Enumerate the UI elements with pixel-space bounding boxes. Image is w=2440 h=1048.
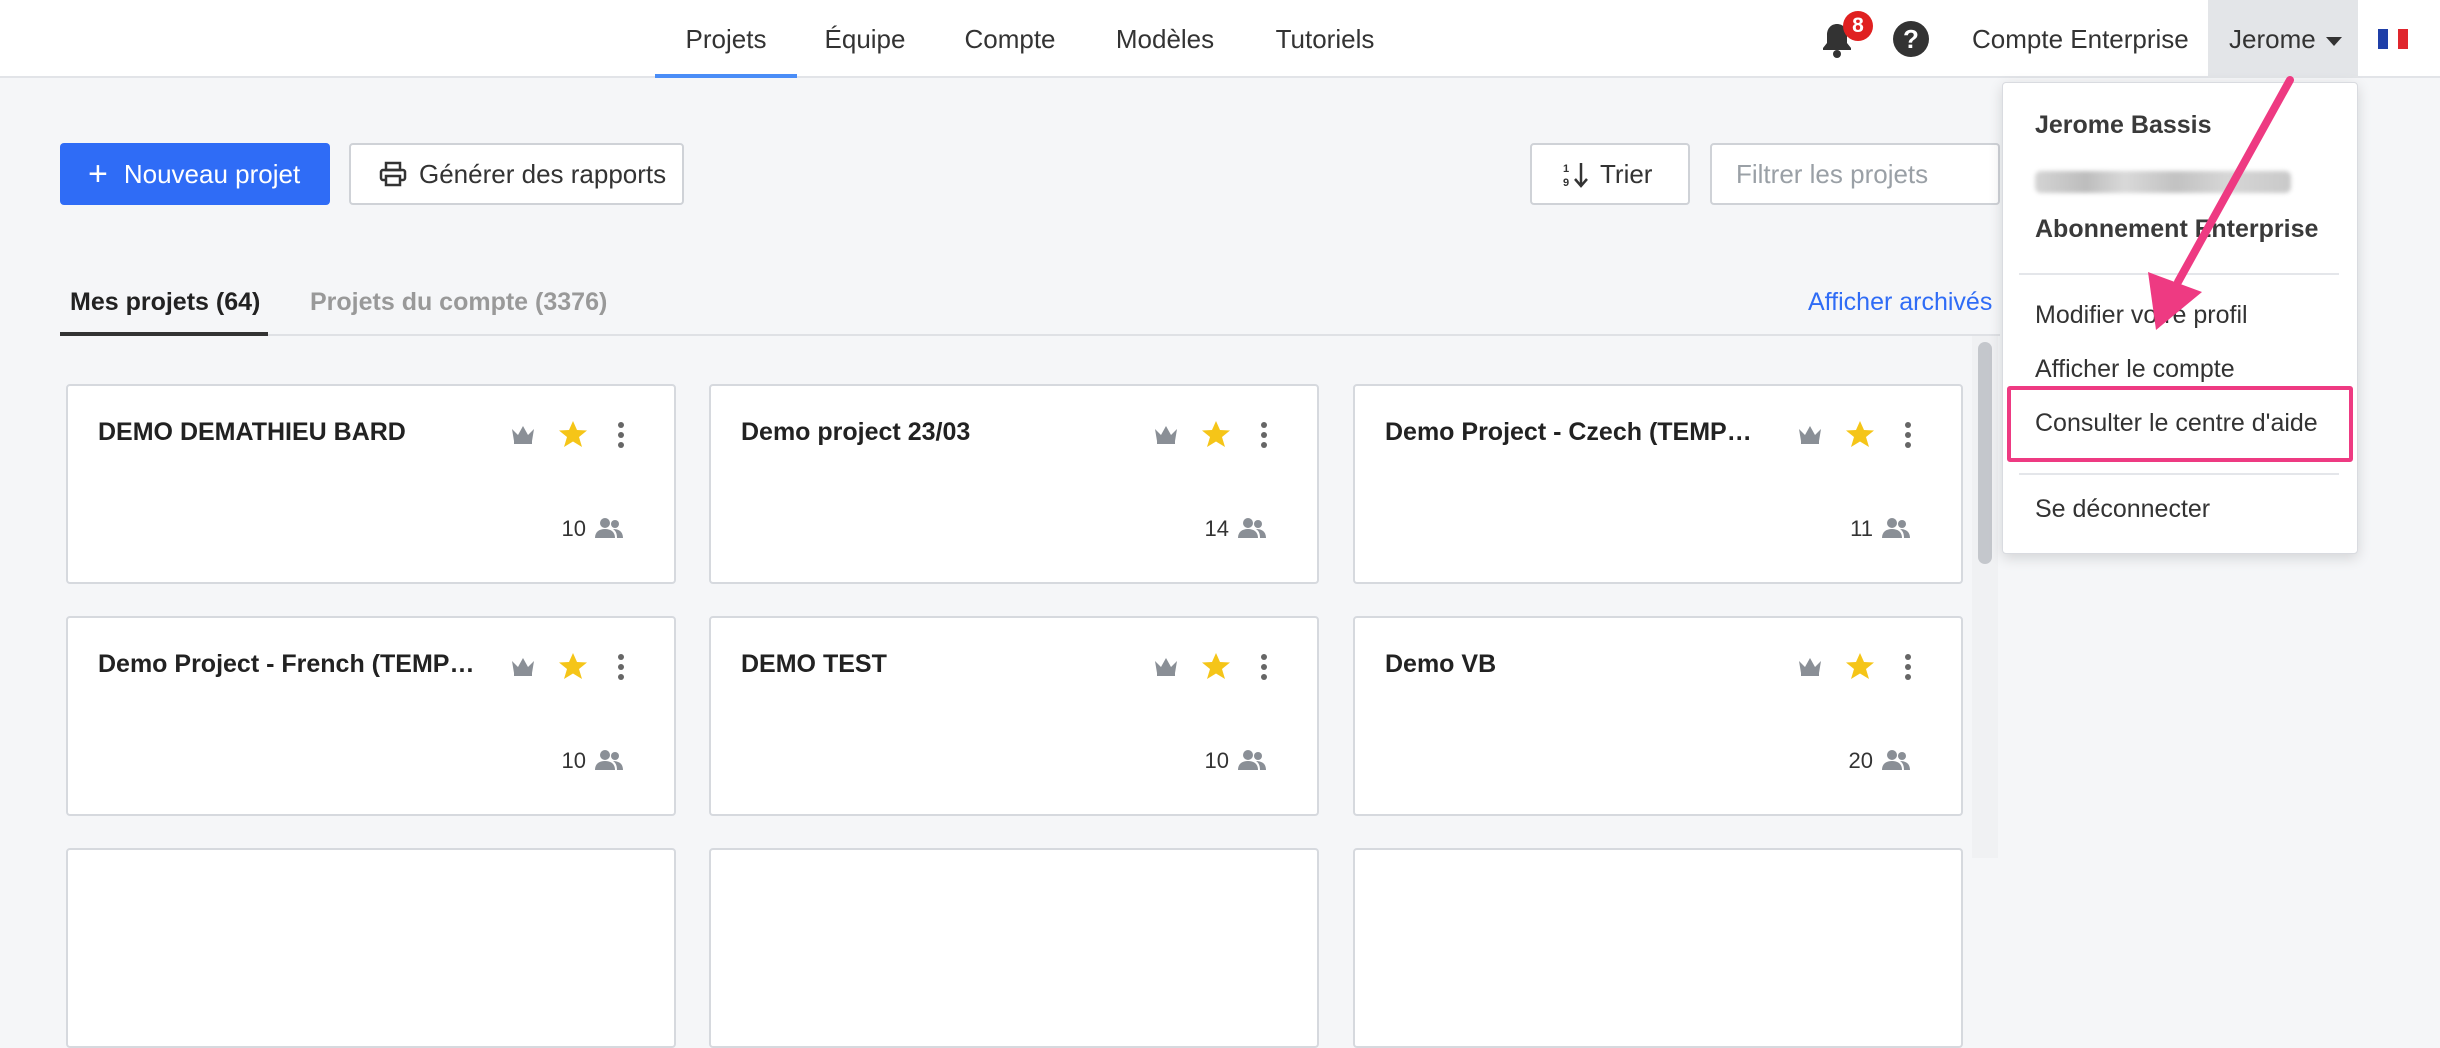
crown-icon[interactable] [510,655,536,677]
new-project-label: Nouveau projet [123,158,301,189]
dropdown-plan: Abonnement Enterprise [2035,215,2319,243]
notification-badge: 8 [1843,11,1873,41]
nav-tab-equipe[interactable]: Équipe [805,0,925,78]
project-card[interactable]: Demo Project - French (TEMPLATE) 10 [66,616,676,816]
dropdown-user-name: Jerome Bassis [2035,111,2212,139]
view-account-item[interactable]: Afficher le compte [2035,355,2235,384]
generate-reports-button[interactable]: Générer des rapports [349,143,684,205]
french-flag-icon[interactable] [2378,29,2408,49]
crown-icon[interactable] [1153,423,1179,445]
nav-tab-modeles[interactable]: Modèles [1100,0,1230,78]
crown-icon[interactable] [1797,423,1823,445]
plus-icon: + [88,155,108,193]
people-icon [1238,518,1266,538]
tab-account-projects[interactable]: Projets du compte (3376) [310,288,607,317]
logout-item[interactable]: Se déconnecter [2035,495,2210,524]
sort-label: Trier [1600,158,1653,189]
project-card-partial[interactable] [1353,848,1963,1048]
star-icon[interactable] [1845,651,1875,681]
people-icon [1882,750,1910,770]
scrollbar-thumb[interactable] [1978,342,1992,564]
more-options-icon[interactable] [616,421,626,449]
member-count: 10 [561,516,586,541]
star-icon[interactable] [1845,419,1875,449]
crown-icon[interactable] [1797,655,1823,677]
project-card[interactable]: Demo VB 20 [1353,616,1963,816]
sort-icon: 1 9 [1563,163,1588,188]
project-title: Demo project 23/03 [741,418,971,446]
filter-projects-input[interactable]: Filtrer les projets [1710,143,2000,205]
dropdown-divider [2019,273,2339,275]
people-icon [595,518,623,538]
more-options-icon[interactable] [1903,653,1913,681]
star-icon[interactable] [1201,651,1231,681]
tabs-divider [60,334,2000,336]
nav-tab-compte[interactable]: Compte [945,0,1075,78]
crown-icon[interactable] [1153,655,1179,677]
member-count: 10 [1204,748,1229,773]
more-options-icon[interactable] [1259,421,1269,449]
project-card[interactable]: DEMO DEMATHIEU BARD 10 [66,384,676,584]
account-plan-label[interactable]: Compte Enterprise [1972,0,2189,78]
redacted-email [2035,171,2291,193]
nav-tab-projets[interactable]: Projets [655,0,797,78]
project-title: Demo VB [1385,650,1497,678]
people-icon [1238,750,1266,770]
user-menu-button[interactable]: Jerome [2208,0,2358,78]
project-card[interactable]: Demo Project - Czech (TEMPLATE) 11 [1353,384,1963,584]
member-count: 10 [561,748,586,773]
more-options-icon[interactable] [1903,421,1913,449]
crown-icon[interactable] [510,423,536,445]
project-card-partial[interactable] [66,848,676,1048]
people-icon [1882,518,1910,538]
nav-tab-tutoriels[interactable]: Tutoriels [1260,0,1390,78]
svg-text:9: 9 [1563,177,1569,188]
project-title: Demo Project - Czech (TEMPLATE) [1385,418,1765,446]
sort-button[interactable]: 1 9 Trier [1530,143,1690,205]
show-archived-link[interactable]: Afficher archivés [1808,288,1992,317]
printer-icon [379,161,407,187]
project-card[interactable]: DEMO TEST 10 [709,616,1319,816]
project-title: DEMO DEMATHIEU BARD [98,418,406,446]
edit-profile-item[interactable]: Modifier votre profil [2035,301,2248,330]
member-count: 14 [1204,516,1229,541]
project-title: Demo Project - French (TEMPLATE) [98,650,478,678]
project-card-partial[interactable] [709,848,1319,1048]
star-icon[interactable] [558,419,588,449]
user-dropdown-menu: Jerome Bassis Abonnement Enterprise Modi… [2002,82,2358,554]
dropdown-divider [2019,473,2339,475]
generate-reports-label: Générer des rapports [419,158,667,189]
more-options-icon[interactable] [1259,653,1269,681]
new-project-button[interactable]: + Nouveau projet [60,143,330,205]
people-icon [595,750,623,770]
star-icon[interactable] [1201,419,1231,449]
annotation-highlight-box [2007,386,2353,462]
active-tab-indicator [60,332,268,336]
project-title: DEMO TEST [741,650,887,678]
caret-down-icon [2325,36,2342,46]
svg-text:1: 1 [1563,163,1569,175]
help-icon[interactable]: ? [1893,21,1929,57]
user-name-label: Jerome [2229,24,2316,54]
tab-my-projects[interactable]: Mes projets (64) [70,288,260,317]
star-icon[interactable] [558,651,588,681]
top-navigation-bar: Projets Équipe Compte Modèles Tutoriels … [0,0,2440,78]
member-count: 11 [1850,516,1873,541]
more-options-icon[interactable] [616,653,626,681]
project-card[interactable]: Demo project 23/03 14 [709,384,1319,584]
member-count: 20 [1848,748,1873,773]
